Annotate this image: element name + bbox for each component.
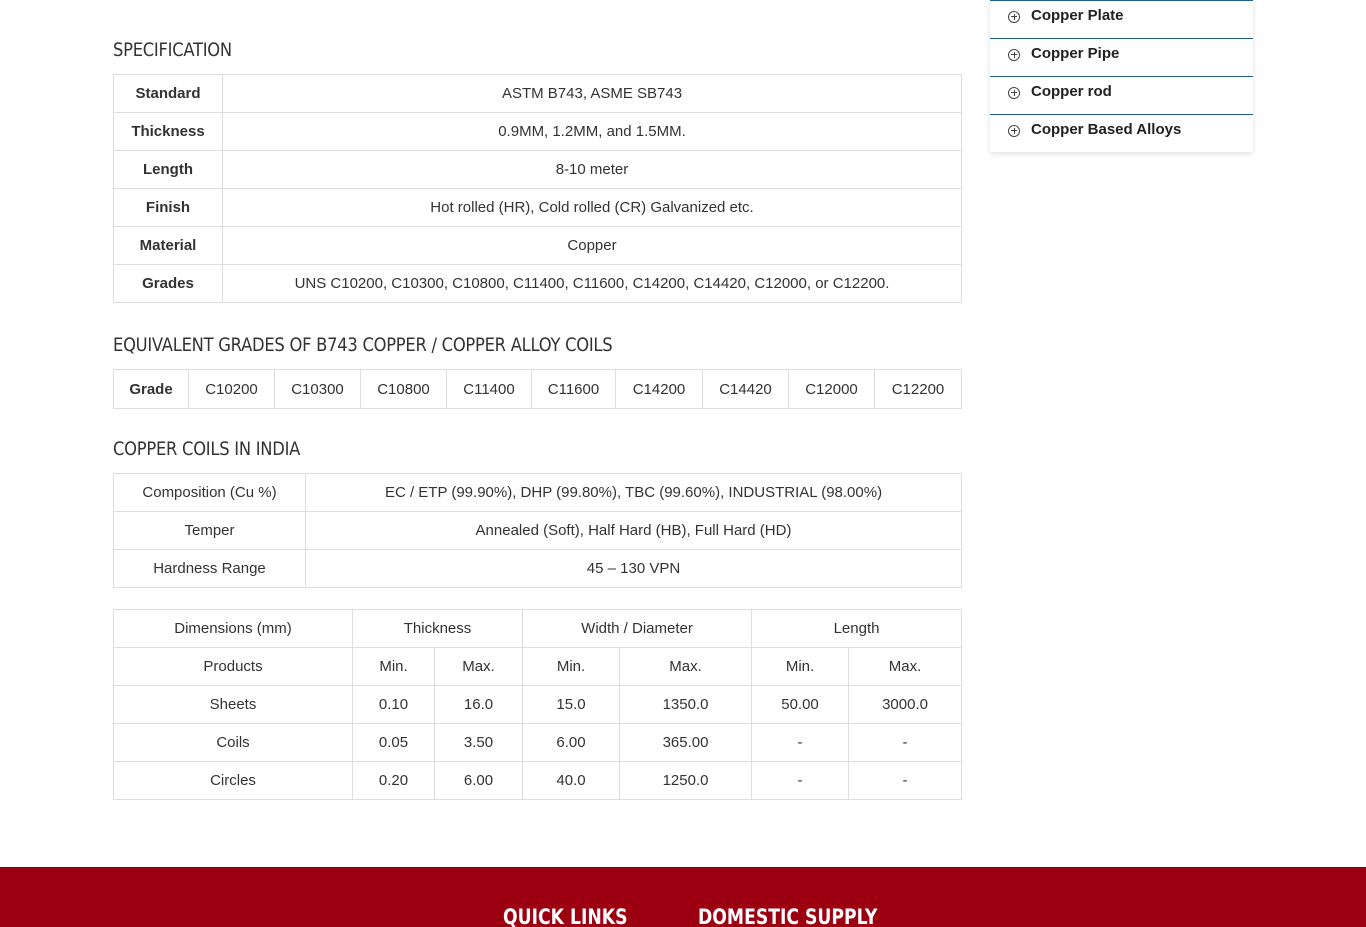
footer: QUICK LINKS DOMESTIC SUPPLY: [0, 867, 1366, 927]
sidebar-item-copper-pipe[interactable]: Copper Pipe: [990, 38, 1253, 76]
value-cell: 6.00: [434, 761, 523, 800]
subheader-cell: Max.: [848, 647, 963, 686]
grade-cell: C10300: [274, 369, 361, 409]
subheader-cell: Max.: [618, 647, 753, 686]
subheader-cell: Max.: [434, 647, 523, 686]
spec-value: 0.9MM, 1.2MM, and 1.5MM.: [222, 112, 962, 151]
sidebar-item-copper-plate[interactable]: Copper Plate: [990, 0, 1253, 38]
value-cell: 3.50: [434, 723, 523, 762]
value-cell: 0.20: [352, 761, 435, 800]
spec-value: UNS C10200, C10300, C10800, C11400, C116…: [222, 264, 962, 303]
width-diameter-header: Width / Diameter: [521, 609, 753, 648]
india-value: EC / ETP (99.90%), DHP (99.80%), TBC (99…: [305, 473, 962, 512]
equivalent-grades-table: Grade C10200 C10300 C10800 C11400 C11600…: [113, 369, 962, 409]
product-cell: Circles: [113, 761, 353, 800]
plus-circle-icon: [1008, 48, 1020, 61]
spec-value: ASTM B743, ASME SB743: [222, 74, 962, 113]
table-row: Thickness 0.9MM, 1.2MM, and 1.5MM.: [113, 112, 962, 151]
table-row: Grades UNS C10200, C10300, C10800, C1140…: [113, 264, 962, 303]
spec-label: Finish: [113, 188, 223, 227]
grade-cell: C10200: [188, 369, 275, 409]
india-label: Hardness Range: [113, 549, 306, 588]
product-cell: Sheets: [113, 685, 353, 724]
spec-label: Length: [113, 150, 223, 189]
copper-coils-india-table: Composition (Cu %) EC / ETP (99.90%), DH…: [113, 473, 962, 588]
table-row: Finish Hot rolled (HR), Cold rolled (CR)…: [113, 188, 962, 227]
sidebar-item-copper-rod[interactable]: Copper rod: [990, 76, 1253, 114]
value-cell: -: [751, 723, 850, 762]
value-cell: 365.00: [618, 723, 753, 762]
page: SPECIFICATION Standard ASTM B743, ASME S…: [0, 0, 1366, 927]
domestic-supply-heading: DOMESTIC SUPPLY: [698, 905, 878, 927]
sidebar-item-label: Copper Based Alloys: [1031, 121, 1182, 138]
sidebar-item-copper-based-alloys[interactable]: Copper Based Alloys: [990, 114, 1253, 152]
spec-label: Grades: [113, 264, 223, 303]
table-row: Circles 0.20 6.00 40.0 1250.0 - -: [113, 761, 963, 800]
grade-cell: C14200: [615, 369, 703, 409]
value-cell: -: [848, 723, 963, 762]
product-cell: Coils: [113, 723, 353, 762]
spec-value: 8-10 meter: [222, 150, 962, 189]
table-row: Coils 0.05 3.50 6.00 365.00 - -: [113, 723, 963, 762]
grade-cell: C12200: [874, 369, 962, 409]
value-cell: 15.0: [522, 685, 620, 724]
grade-cell: C10800: [360, 369, 447, 409]
table-row: Temper Annealed (Soft), Half Hard (HB), …: [113, 511, 962, 550]
quick-links-heading: QUICK LINKS: [503, 905, 628, 927]
plus-circle-icon: [1008, 10, 1020, 23]
subheader-cell: Min.: [522, 647, 620, 686]
subheader-cell: Min.: [352, 647, 435, 686]
sidebar-item-label: Copper Plate: [1031, 7, 1124, 24]
value-cell: 40.0: [522, 761, 620, 800]
grade-cell: C11600: [531, 369, 616, 409]
value-cell: 0.10: [352, 685, 435, 724]
table-row: Length 8-10 meter: [113, 150, 962, 189]
thickness-header: Thickness: [352, 609, 523, 648]
grade-label: Grade: [113, 369, 189, 409]
sidebar-item-label: Copper Pipe: [1031, 45, 1120, 62]
dimensions-header: Dimensions (mm): [113, 609, 353, 648]
plus-circle-icon: [1008, 124, 1020, 137]
value-cell: 3000.0: [848, 685, 963, 724]
specification-table: Standard ASTM B743, ASME SB743 Thickness…: [113, 74, 962, 303]
length-header: Length: [751, 609, 963, 648]
table-header-row: Dimensions (mm) Thickness Width / Diamet…: [113, 609, 963, 648]
specification-heading: SPECIFICATION: [113, 39, 232, 61]
india-value: Annealed (Soft), Half Hard (HB), Full Ha…: [305, 511, 962, 550]
plus-circle-icon: [1008, 86, 1020, 99]
table-row: Standard ASTM B743, ASME SB743: [113, 74, 962, 113]
spec-label: Thickness: [113, 112, 223, 151]
subheader-cell: Min.: [751, 647, 850, 686]
value-cell: 50.00: [751, 685, 850, 724]
grade-cell: C12000: [788, 369, 875, 409]
table-subheader-row: Products Min. Max. Min. Max. Min. Max.: [113, 647, 963, 686]
spec-value: Copper: [222, 226, 962, 265]
india-value: 45 – 130 VPN: [305, 549, 962, 588]
equivalent-grades-heading: EQUIVALENT GRADES OF B743 COPPER / COPPE…: [113, 334, 613, 356]
value-cell: 1350.0: [618, 685, 753, 724]
table-row: Grade C10200 C10300 C10800 C11400 C11600…: [113, 369, 962, 409]
spec-label: Standard: [113, 74, 223, 113]
value-cell: -: [848, 761, 963, 800]
value-cell: 1250.0: [618, 761, 753, 800]
value-cell: 0.05: [352, 723, 435, 762]
copper-coils-india-heading: COPPER COILS IN INDIA: [113, 438, 301, 460]
table-row: Sheets 0.10 16.0 15.0 1350.0 50.00 3000.…: [113, 685, 963, 724]
table-row: Material Copper: [113, 226, 962, 265]
table-row: Composition (Cu %) EC / ETP (99.90%), DH…: [113, 473, 962, 512]
spec-label: Material: [113, 226, 223, 265]
india-label: Composition (Cu %): [113, 473, 306, 512]
spec-value: Hot rolled (HR), Cold rolled (CR) Galvan…: [222, 188, 962, 227]
subheader-cell: Products: [113, 647, 353, 686]
value-cell: -: [751, 761, 850, 800]
dimensions-table: Dimensions (mm) Thickness Width / Diamet…: [113, 609, 963, 800]
grade-cell: C14420: [702, 369, 789, 409]
table-row: Hardness Range 45 – 130 VPN: [113, 549, 962, 588]
value-cell: 16.0: [434, 685, 523, 724]
sidebar-product-list: Copper Plate Copper Pipe Copper rod Copp…: [990, 0, 1253, 152]
india-label: Temper: [113, 511, 306, 550]
sidebar-item-label: Copper rod: [1031, 83, 1112, 100]
value-cell: 6.00: [522, 723, 620, 762]
grade-cell: C11400: [446, 369, 532, 409]
